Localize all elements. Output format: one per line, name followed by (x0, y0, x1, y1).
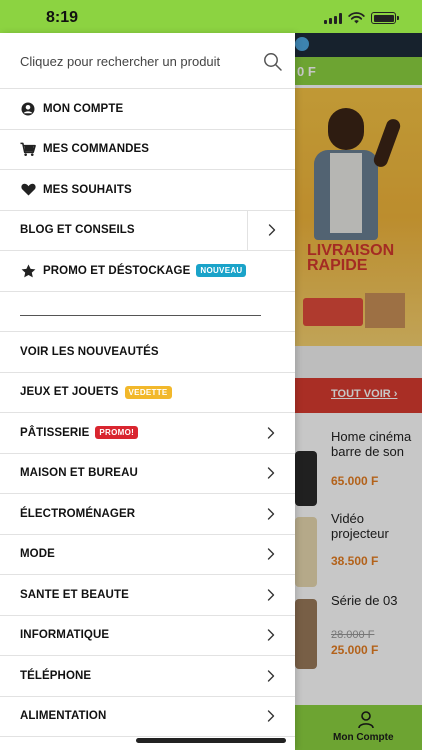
menu-item-informatique[interactable]: INFORMATIQUE (0, 616, 295, 656)
menu-item-label: INFORMATIQUE (20, 629, 110, 642)
menu-item-label: MON COMPTE (43, 102, 124, 115)
chevron-right-icon[interactable] (247, 413, 295, 453)
wifi-icon (348, 12, 365, 24)
chevron-right-icon[interactable] (247, 210, 295, 250)
divider-line (20, 314, 261, 316)
menu-item-mes-souhaits[interactable]: MES SOUHAITS (0, 170, 295, 211)
menu-item-voir-les-nouveautes[interactable]: VOIR LES NOUVEAUTÉS (0, 332, 295, 373)
signal-icon (324, 12, 342, 24)
search-bar (0, 33, 295, 89)
status-time: 8:19 (46, 9, 79, 26)
menu-item-telephone[interactable]: TÉLÉPHONE (0, 656, 295, 697)
menu-item-jeux-et-jouets[interactable]: JEUX ET JOUETS VEDETTE (0, 373, 295, 413)
chevron-right-icon[interactable] (247, 575, 295, 615)
menu-item-electromenager[interactable]: ÉLECTROMÉNAGER (0, 494, 295, 535)
menu-item-label: ALIMENTATION (20, 710, 107, 723)
cart-icon (20, 141, 36, 157)
menu-item-badge: PROMO! (95, 426, 139, 440)
menu-item-mon-compte[interactable]: MON COMPTE (0, 89, 295, 130)
menu-item-label: ÉLECTROMÉNAGER (20, 507, 136, 520)
star-icon (20, 263, 36, 279)
chevron-right-icon[interactable] (247, 454, 295, 494)
chevron-right-icon[interactable] (247, 656, 295, 696)
search-input[interactable] (20, 49, 250, 73)
menu-item-label: MES COMMANDES (43, 143, 150, 156)
chevron-right-icon[interactable] (247, 535, 295, 575)
menu-item-label: TÉLÉPHONE (20, 669, 92, 682)
menu-item-maison-et-bureau[interactable]: MAISON ET BUREAU (0, 454, 295, 494)
status-icons (324, 12, 399, 24)
home-indicator (136, 738, 286, 743)
menu-item-badge: VEDETTE (124, 385, 172, 399)
menu-item-patisserie[interactable]: PÂTISSERIE PROMO! (0, 413, 295, 454)
menu-item-label: BLOG ET CONSEILS (20, 224, 135, 237)
menu-divider (0, 292, 295, 332)
menu-item-alimentation[interactable]: ALIMENTATION (0, 697, 295, 737)
menu-item-label: MES SOUHAITS (43, 183, 132, 196)
chevron-right-icon[interactable] (247, 616, 295, 656)
menu-item-label: VOIR LES NOUVEAUTÉS (20, 345, 159, 358)
background-app: 0 F LIVRAISON RAPIDE TOUT VOIR › Home ci… (295, 33, 422, 750)
chevron-right-icon[interactable] (247, 494, 295, 534)
drawer-menu: MON COMPTE MES COMMANDES MES SOUHAITS BLOG … (0, 89, 295, 737)
menu-item-mes-commandes[interactable]: MES COMMANDES (0, 130, 295, 170)
menu-item-label: MODE (20, 548, 55, 561)
menu-item-badge: NOUVEAU (196, 264, 247, 278)
menu-item-label: SANTE ET BEAUTE (20, 588, 129, 601)
battery-icon (371, 12, 399, 24)
menu-item-blog-et-conseils[interactable]: BLOG ET CONSEILS (0, 210, 295, 251)
chevron-right-icon[interactable] (247, 697, 295, 737)
status-bar: 8:19 (0, 0, 422, 33)
menu-item-mode[interactable]: MODE (0, 535, 295, 575)
menu-item-label: PROMO ET DÉSTOCKAGE (43, 264, 191, 277)
side-drawer: MON COMPTE MES COMMANDES MES SOUHAITS BLOG … (0, 33, 295, 750)
menu-item-sante-et-beaute[interactable]: SANTE ET BEAUTE (0, 575, 295, 616)
menu-item-promo-et-destockage[interactable]: PROMO ET DÉSTOCKAGE NOUVEAU (0, 251, 295, 292)
search-icon[interactable] (263, 52, 283, 72)
menu-item-label: MAISON ET BUREAU (20, 467, 138, 480)
menu-item-label: JEUX ET JOUETS (20, 386, 119, 399)
heart-icon (20, 182, 36, 198)
user-circle-icon (20, 101, 36, 117)
menu-item-label: PÂTISSERIE (20, 426, 90, 439)
scrim-overlay[interactable] (295, 33, 422, 750)
